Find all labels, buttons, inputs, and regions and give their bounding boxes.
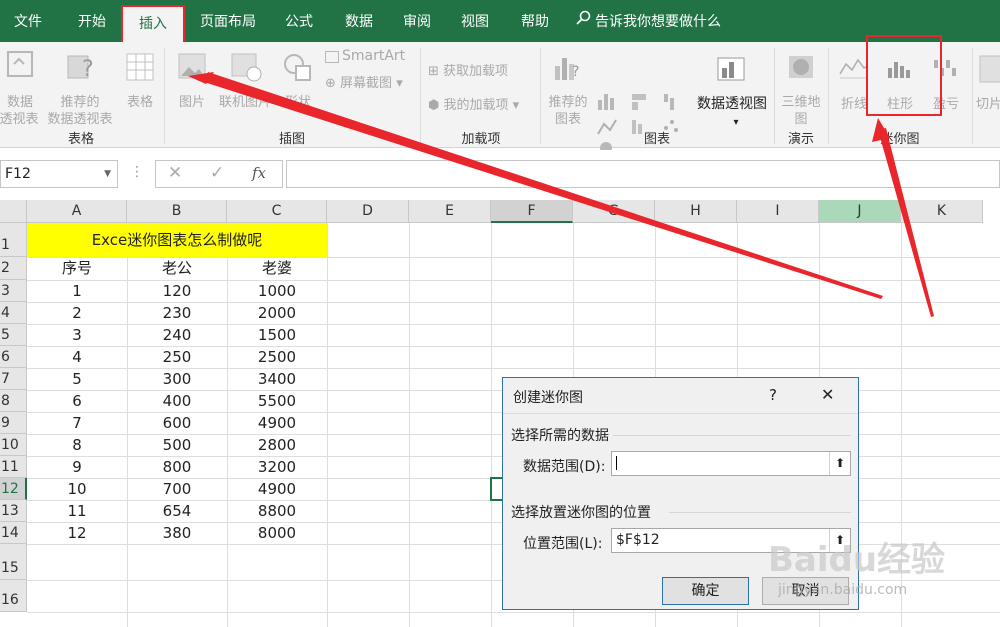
arrow-to-sparkline	[878, 128, 934, 317]
watermark-logo: Baidu经验	[768, 540, 946, 580]
watermark-url: jingyan.baidu.com	[778, 582, 908, 598]
arrow-to-insert-tab	[204, 72, 883, 299]
